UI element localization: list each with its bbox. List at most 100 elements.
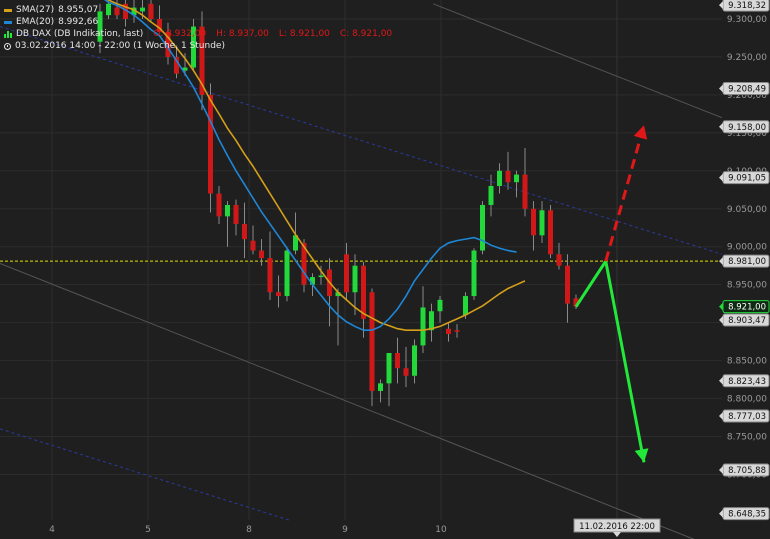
legend-sma[interactable]: SMA(27) 8.955,07 bbox=[4, 4, 392, 16]
ohlc-low: L: 8.921,00 bbox=[278, 29, 330, 39]
candle-body[interactable] bbox=[233, 204, 239, 224]
candle-body[interactable] bbox=[276, 292, 281, 297]
ohlc-close: C: 8.921,00 bbox=[339, 29, 393, 39]
candle-body[interactable] bbox=[225, 204, 230, 217]
sma-value: 8.955,07 bbox=[58, 5, 99, 15]
candle-body[interactable] bbox=[208, 94, 213, 194]
price-label: 8.777,03 bbox=[728, 412, 766, 422]
price-label-pointer bbox=[719, 84, 723, 93]
x-tick-label: 9 bbox=[342, 525, 348, 535]
ema-label: EMA(20) bbox=[16, 17, 55, 27]
legend-timeframe: 03.02.2016 14:00 - 22:00 (1 Woche, 1 Stu… bbox=[4, 40, 392, 52]
candle-body[interactable] bbox=[284, 250, 290, 297]
price-label: 8.823,43 bbox=[728, 377, 766, 387]
candle-body[interactable] bbox=[429, 311, 434, 331]
price-label-pointer bbox=[719, 509, 723, 518]
price-label: 8.648,35 bbox=[728, 510, 766, 520]
x-tick-label: 4 bbox=[49, 525, 55, 535]
y-tick-label: 9.300,00 bbox=[727, 15, 767, 25]
price-label: 8.705,88 bbox=[728, 466, 766, 476]
sma-label: SMA(27) bbox=[16, 5, 55, 15]
x-tick-label: 8 bbox=[246, 525, 252, 535]
ema-value: 8.992,66 bbox=[58, 17, 99, 27]
candle-body[interactable] bbox=[216, 193, 222, 217]
price-label-pointer bbox=[719, 302, 723, 311]
candle-body[interactable] bbox=[565, 265, 570, 304]
x-tick-label: 10 bbox=[435, 525, 447, 535]
candle-body[interactable] bbox=[539, 210, 545, 236]
candle-body[interactable] bbox=[344, 254, 349, 293]
candle-body[interactable] bbox=[497, 170, 502, 186]
y-tick-label: 8.850,00 bbox=[727, 357, 767, 367]
candle-body[interactable] bbox=[522, 174, 528, 209]
trend-line-dashed bbox=[0, 26, 723, 255]
price-label-pointer bbox=[719, 465, 723, 474]
candle-body[interactable] bbox=[556, 254, 562, 266]
arrow-down-head bbox=[634, 448, 649, 463]
ohlc-high: H: 8.937,00 bbox=[216, 29, 269, 39]
instrument-name: DB DAX (DB Indikation, last) bbox=[16, 29, 144, 39]
candle-body[interactable] bbox=[531, 208, 536, 236]
candle-body[interactable] bbox=[454, 330, 460, 332]
candle-body[interactable] bbox=[386, 352, 392, 384]
y-tick-label: 8.750,00 bbox=[727, 432, 767, 442]
candle-body[interactable] bbox=[395, 352, 400, 369]
price-label: 8.903,47 bbox=[728, 316, 766, 326]
price-label: 9.091,05 bbox=[728, 174, 766, 184]
price-label-pointer bbox=[719, 376, 723, 385]
candle-body[interactable] bbox=[480, 204, 485, 251]
x-tick-label: 5 bbox=[145, 525, 151, 535]
candle-body[interactable] bbox=[378, 383, 383, 391]
y-tick-label: 8.800,00 bbox=[727, 395, 767, 405]
legend-instrument[interactable]: DB DAX (DB Indikation, last) O: 8.932,00… bbox=[4, 28, 392, 40]
candle-body[interactable] bbox=[463, 296, 468, 316]
current-price-label: 8.921,00 bbox=[728, 303, 766, 313]
candle-body[interactable] bbox=[242, 223, 247, 240]
price-label-pointer bbox=[719, 173, 723, 182]
y-tick-label: 9.000,00 bbox=[727, 243, 767, 253]
timeframe-label: 03.02.2016 14:00 - 22:00 (1 Woche, 1 Stu… bbox=[15, 41, 225, 51]
candle-body[interactable] bbox=[361, 265, 366, 319]
y-tick-label: 9.250,00 bbox=[727, 53, 767, 63]
legend-ema[interactable]: EMA(20) 8.992,66 bbox=[4, 16, 392, 28]
price-label: 8.981,00 bbox=[728, 257, 766, 267]
projection-down-path bbox=[574, 257, 646, 463]
chart-legend: SMA(27) 8.955,07 EMA(20) 8.992,66 DB DAX… bbox=[4, 4, 392, 52]
candle-body[interactable] bbox=[318, 275, 324, 278]
candle-body[interactable] bbox=[352, 265, 358, 293]
clock-icon bbox=[4, 42, 11, 50]
candle-body[interactable] bbox=[471, 250, 477, 297]
candle-body[interactable] bbox=[446, 328, 451, 335]
candle-body[interactable] bbox=[369, 292, 375, 391]
crosshair-date-pointer bbox=[613, 532, 621, 537]
candle-body[interactable] bbox=[505, 170, 511, 183]
candle-body[interactable] bbox=[514, 174, 519, 183]
candlestick-icon bbox=[4, 30, 12, 38]
sma-swatch bbox=[4, 8, 12, 12]
price-label-pointer bbox=[719, 1, 723, 10]
candle-body[interactable] bbox=[259, 250, 264, 259]
candle-body[interactable] bbox=[420, 307, 426, 346]
chart-container: 8.700,008.750,008.800,008.850,008.900,00… bbox=[0, 0, 770, 539]
y-tick-label: 8.950,00 bbox=[727, 281, 767, 291]
price-label: 9.208,49 bbox=[728, 84, 766, 94]
price-label-pointer bbox=[719, 411, 723, 420]
candle-body[interactable] bbox=[488, 185, 494, 205]
trend-channel-line bbox=[433, 3, 723, 119]
price-label-pointer bbox=[719, 122, 723, 131]
candlestick-chart[interactable]: 8.700,008.750,008.800,008.850,008.900,00… bbox=[0, 0, 770, 539]
projection-up-path bbox=[604, 124, 646, 262]
price-label-pointer bbox=[719, 257, 723, 266]
candle-body[interactable] bbox=[267, 258, 273, 293]
price-label: 9.318,32 bbox=[728, 1, 766, 11]
y-tick-label: 9.050,00 bbox=[727, 205, 767, 215]
candle-body[interactable] bbox=[437, 299, 443, 312]
candle-body[interactable] bbox=[548, 210, 553, 255]
price-label: 9.158,00 bbox=[728, 123, 766, 133]
candle-body[interactable] bbox=[412, 345, 417, 376]
ema-swatch bbox=[4, 20, 12, 24]
ohlc-open: O: 8.932,00 bbox=[153, 29, 207, 39]
candle-body[interactable] bbox=[250, 240, 256, 251]
candle-body[interactable] bbox=[403, 368, 409, 376]
crosshair-date-label: 11.02.2016 22:00 bbox=[579, 522, 655, 532]
